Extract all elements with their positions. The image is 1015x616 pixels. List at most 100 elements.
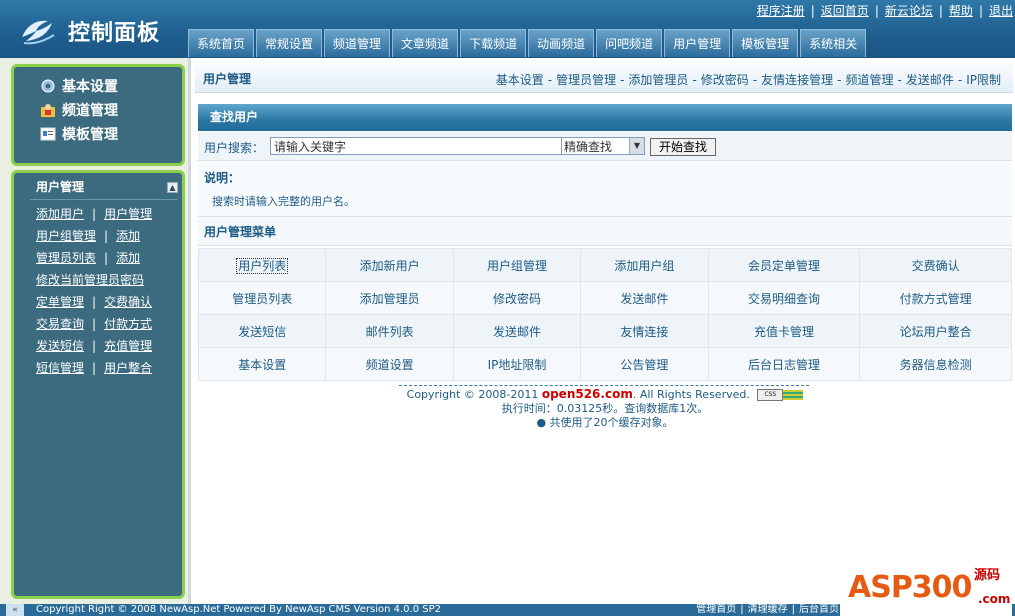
nav-basic-settings[interactable]: 基本设置 (40, 74, 182, 98)
search-button[interactable]: 开始查找 (650, 138, 717, 156)
sidebar-link-add-group[interactable]: 添加 (116, 229, 140, 243)
bottom-link-clear-cache[interactable]: 清理缓存 (748, 604, 788, 615)
grid-add-user[interactable]: 添加新用户 (325, 248, 454, 282)
menu-row: 短信管理 | 用户整合 (36, 361, 153, 375)
bottom-link-backend-home[interactable]: 后台首页 (799, 604, 839, 615)
logo-icon (22, 20, 55, 45)
grid-change-password[interactable]: 修改密码 (452, 281, 582, 315)
grid-send-sms[interactable]: 发送短信 (197, 314, 327, 348)
grid-channel-settings[interactable]: 频道设置 (325, 347, 454, 381)
tab-article-channel[interactable]: 文章频道 (392, 29, 459, 57)
top-link-help[interactable]: 帮助 (949, 4, 973, 18)
table-row: 管理员列表 添加管理员 修改密码 发送邮件 交易明细查询 付款方式管理 (197, 281, 1012, 315)
sidebar-link-send-sms[interactable]: 发送短信 (36, 339, 84, 353)
sidebar-link-add-user[interactable]: 添加用户 (36, 207, 84, 221)
crumb-link-ip-limit[interactable]: IP限制 (966, 73, 1001, 87)
search-mode-value: 精确查找 (564, 140, 613, 154)
table-row: 用户列表 添加新用户 用户组管理 添加用户组 会员定单管理 交费确认 (197, 248, 1012, 282)
grid-add-group[interactable]: 添加用户组 (580, 248, 709, 282)
search-input[interactable] (270, 137, 564, 155)
grid-payment-confirm[interactable]: 交费确认 (859, 248, 1012, 282)
sidebar-link-payment-method[interactable]: 付款方式 (104, 317, 152, 331)
breadcrumb-links: 基本设置 - 管理员管理 - 添加管理员 - 修改密码 - 友情连接管理 - 频道管理 - 发送邮件 - I… (495, 73, 1001, 87)
brand-link[interactable]: open526.com (542, 387, 633, 401)
grid-payment-method[interactable]: 付款方式管理 (859, 281, 1012, 315)
grid-server-info[interactable]: 务器信息检测 (859, 347, 1012, 381)
collapse-icon[interactable]: ▲ (167, 182, 178, 193)
grid-basic-settings[interactable]: 基本设置 (197, 347, 327, 381)
grid-transaction-detail[interactable]: 交易明细查询 (707, 281, 861, 315)
gear-icon (41, 79, 55, 93)
tab-general-settings[interactable]: 常规设置 (256, 29, 323, 57)
grid-recharge-card[interactable]: 充值卡管理 (707, 314, 861, 348)
sidebar-link-sms-management[interactable]: 短信管理 (36, 361, 84, 375)
header: 控制面板 程序注册 | 返回首页 | 新云论坛 | 帮助 | 退出 系统首页 常规设置 频道管理… (0, 0, 1015, 58)
page-footer: Copyright © 2008-2011 open526.com. All R… (198, 387, 1012, 430)
template-icon (40, 127, 56, 141)
app-title: 控制面板 (68, 21, 161, 46)
sidebar-link-add-admin[interactable]: 添加 (116, 251, 140, 265)
crumb-link-change-password[interactable]: 修改密码 (701, 73, 749, 87)
grid-forum-integration[interactable]: 论坛用户整合 (859, 314, 1012, 348)
menu-row: 发送短信 | 充值管理 (36, 339, 153, 353)
copyright-suffix: . All Rights Reserved. (632, 388, 750, 401)
divider (399, 385, 809, 386)
sidebar-link-user-management[interactable]: 用户管理 (104, 207, 152, 221)
menu-row: 用户组管理 | 添加 (36, 229, 141, 243)
watermark-com: .com (978, 592, 1011, 606)
grid-log-management[interactable]: 后台日志管理 (707, 347, 861, 381)
grid-admin-list[interactable]: 管理员列表 (197, 281, 327, 315)
crumb-link-add-admin[interactable]: 添加管理员 (628, 73, 688, 87)
grid-add-admin[interactable]: 添加管理员 (325, 281, 454, 315)
grid-order-management[interactable]: 会员定单管理 (707, 248, 861, 282)
bottom-copyright: Copyright Right © 2008 NewAsp.Net Powere… (36, 604, 441, 615)
tab-user-management[interactable]: 用户管理 (664, 29, 731, 57)
sidebar-link-recharge-management[interactable]: 充值管理 (104, 339, 152, 353)
sidebar-link-payment-confirm[interactable]: 交费确认 (104, 295, 152, 309)
sidebar-link-admin-list[interactable]: 管理员列表 (36, 251, 96, 265)
sidebar-link-change-admin-password[interactable]: 修改当前管理员密码 (36, 273, 144, 287)
sidebar-link-user-integration[interactable]: 用户整合 (104, 361, 152, 375)
sidebar-link-transaction-query[interactable]: 交易查询 (36, 317, 84, 331)
top-link-home[interactable]: 返回首页 (821, 4, 869, 18)
top-link-logout[interactable]: 退出 (989, 4, 1013, 18)
tab-animation-channel[interactable]: 动画频道 (528, 29, 595, 57)
double-chevron-left-icon[interactable]: « (6, 604, 24, 616)
copyright-prefix: Copyright © 2008-2011 (406, 388, 539, 401)
chevron-down-icon[interactable]: ▼ (629, 138, 644, 154)
crumb-link-friend-links[interactable]: 友情连接管理 (761, 73, 833, 87)
tab-channel-management[interactable]: 频道管理 (324, 29, 391, 57)
bottom-link-admin-home[interactable]: 管理首页 (696, 604, 736, 615)
menu-row: 交易查询 | 付款方式 (36, 317, 153, 331)
tab-ask-channel[interactable]: 问吧频道 (596, 29, 663, 57)
watermark-cn: 源码 (974, 568, 1001, 583)
grid-announcement[interactable]: 公告管理 (580, 347, 709, 381)
crumb-link-admin-management[interactable]: 管理员管理 (556, 73, 616, 87)
crumb-link-send-mail[interactable]: 发送邮件 (906, 73, 954, 87)
menu-row: 修改当前管理员密码 (36, 269, 152, 291)
sidebar-menu-title: 用户管理 (36, 180, 85, 194)
grid-send-mail[interactable]: 发送邮件 (580, 281, 709, 315)
grid-mail-list[interactable]: 邮件列表 (325, 314, 454, 348)
nav-channel-management[interactable]: 频道管理 (40, 98, 182, 122)
crumb-link-basic-settings[interactable]: 基本设置 (496, 73, 544, 87)
search-mode-select[interactable]: 精确查找 ▼ (561, 137, 645, 155)
top-link-register[interactable]: 程序注册 (757, 4, 805, 18)
sidebar-link-group-management[interactable]: 用户组管理 (36, 229, 96, 243)
crumb-link-channel-management[interactable]: 频道管理 (846, 73, 894, 87)
tab-template-management[interactable]: 模板管理 (732, 29, 799, 57)
grid-group-management[interactable]: 用户组管理 (452, 248, 582, 282)
bottom-links: 管理首页 | 清理缓存 | 后台首页 (696, 604, 839, 615)
tab-system-related[interactable]: 系统相关 (800, 29, 867, 57)
tab-download-channel[interactable]: 下载频道 (460, 29, 527, 57)
top-link-forum[interactable]: 新云论坛 (885, 4, 933, 18)
execution-time: 执行时间：0.03125秒。查询数据库1次。 (501, 402, 709, 415)
tab-system-home[interactable]: 系统首页 (188, 29, 255, 57)
sidebar-link-order-management[interactable]: 定单管理 (36, 295, 84, 309)
grid-user-list[interactable]: 用户列表 (197, 248, 327, 282)
grid-friend-links[interactable]: 友情连接 (580, 314, 709, 348)
grid-ip-limit[interactable]: IP地址限制 (452, 347, 582, 381)
grid-send-mail-2[interactable]: 发送邮件 (452, 314, 582, 348)
nav-template-management[interactable]: 模板管理 (40, 122, 182, 146)
nav-label: 频道管理 (62, 103, 118, 119)
